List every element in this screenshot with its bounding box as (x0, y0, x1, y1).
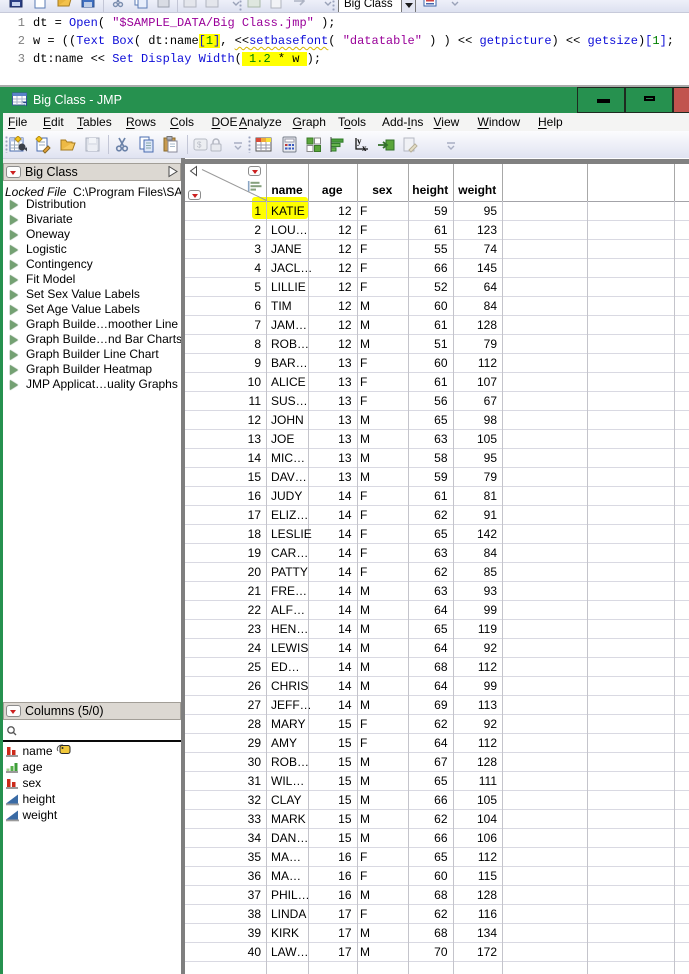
svg-text:$: $ (197, 141, 202, 150)
svg-text:x: x (362, 143, 367, 153)
